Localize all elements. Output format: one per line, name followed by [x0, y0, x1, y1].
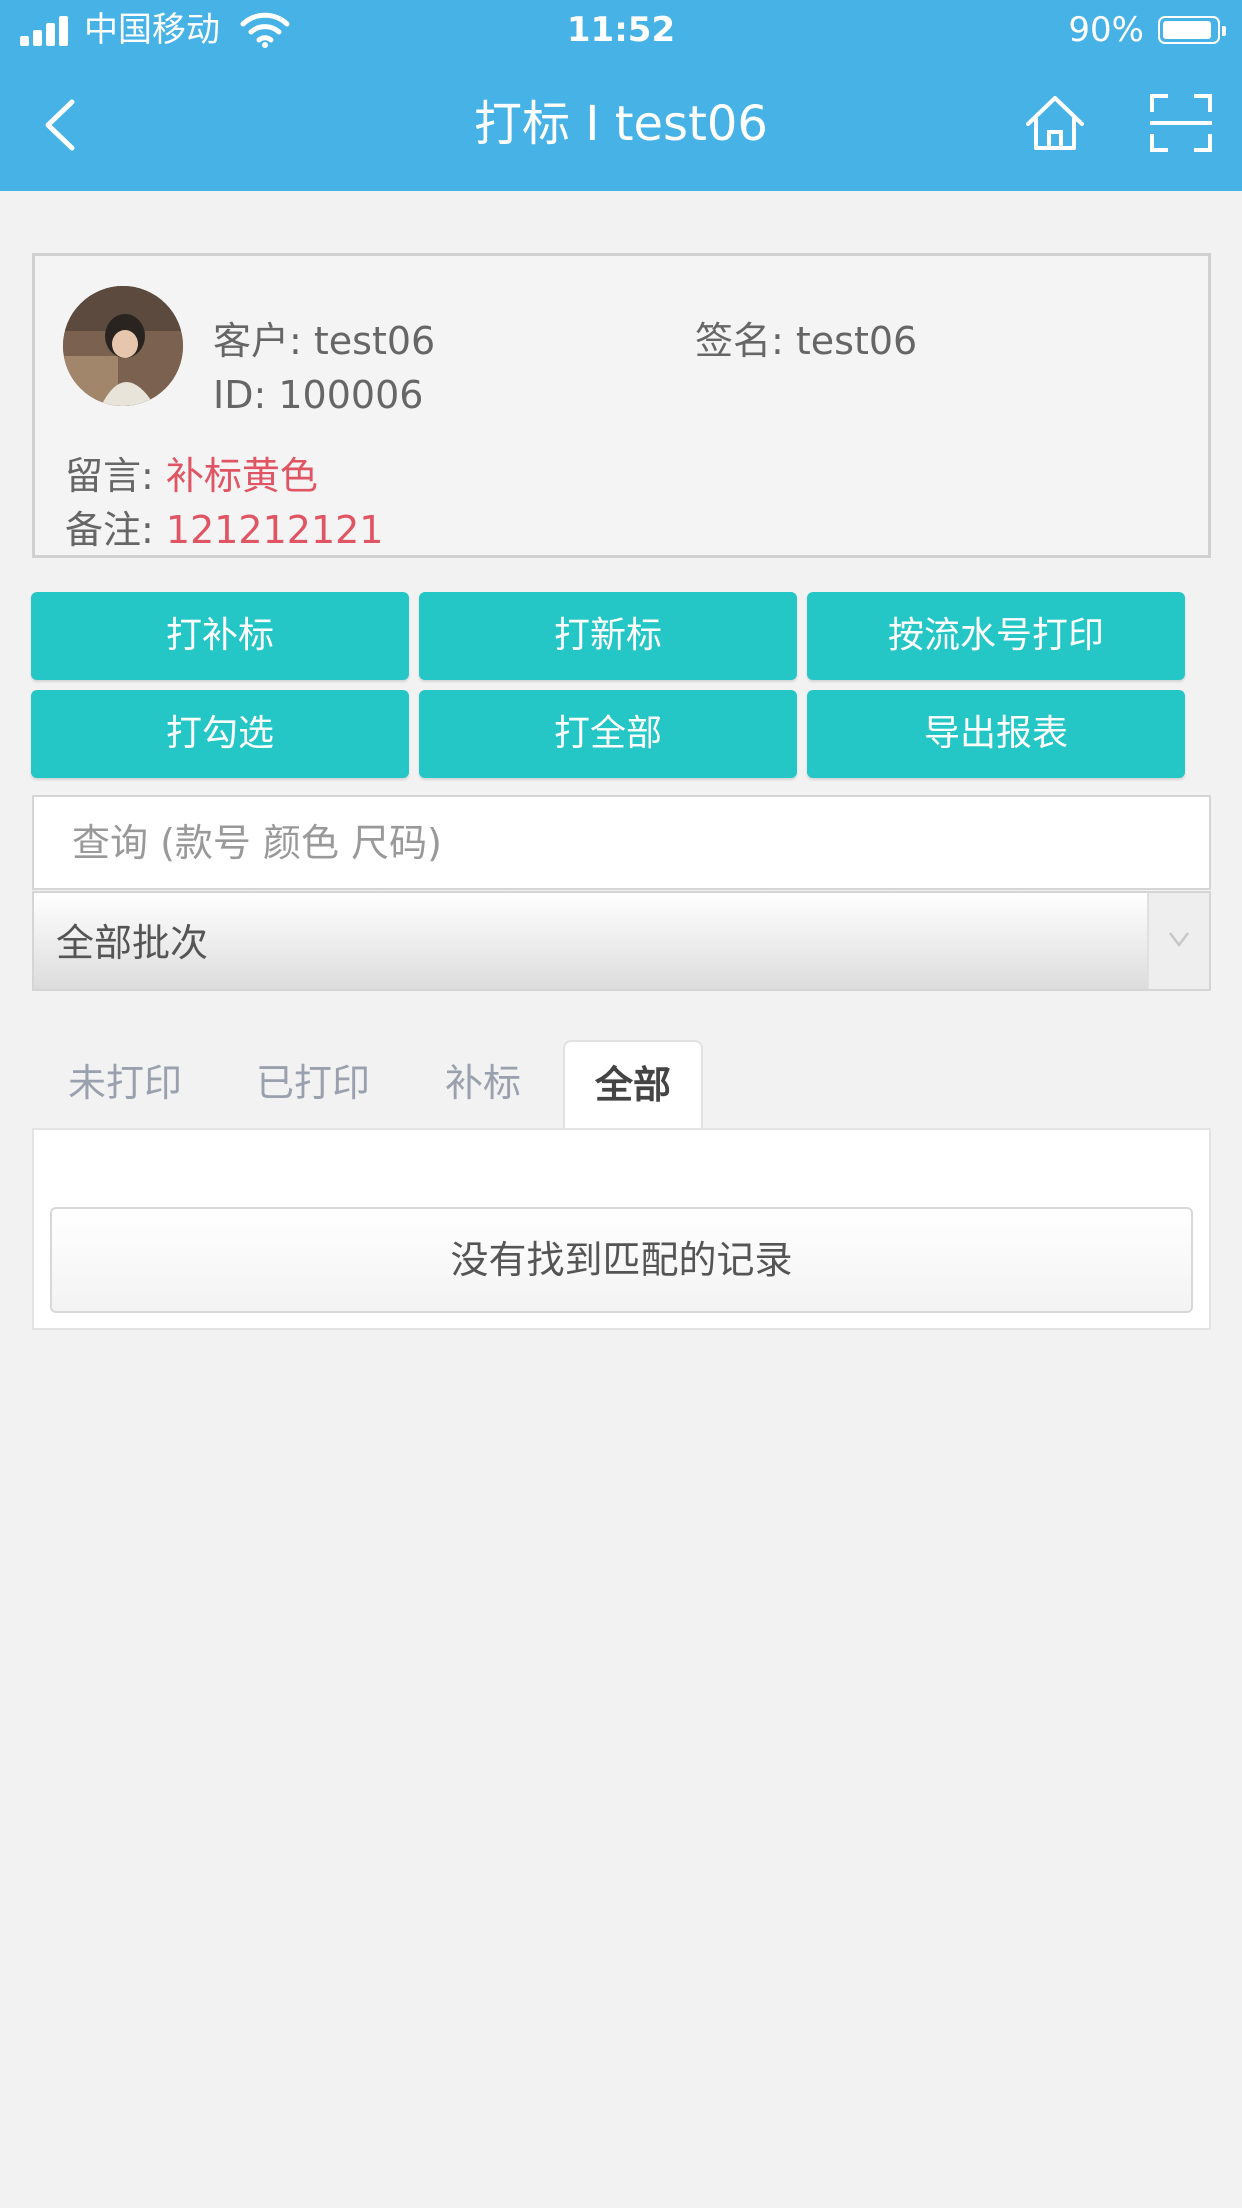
print-all-button[interactable]: 打全部 [419, 690, 797, 778]
customer-card: 客户: test06 签名: test06 ID: 100006 留言: 补标黄… [32, 253, 1211, 558]
client-label: 客户: [213, 319, 314, 363]
avatar [63, 286, 183, 406]
batch-select[interactable]: 全部批次 [32, 891, 1211, 991]
status-bar: 中国移动 11:52 90% [0, 0, 1242, 62]
print-selected-button[interactable]: 打勾选 [31, 690, 409, 778]
search-input[interactable]: 查询 (款号 颜色 尺码) [32, 795, 1211, 890]
empty-message: 没有找到匹配的记录 [50, 1207, 1193, 1313]
print-supplement-button[interactable]: 打补标 [31, 592, 409, 680]
signature-value: test06 [795, 319, 918, 363]
note-value: 121212121 [165, 508, 384, 552]
batch-select-toggle[interactable] [1147, 893, 1209, 989]
signature-line: 签名: test06 [695, 316, 917, 366]
tab-all[interactable]: 全部 [563, 1040, 703, 1130]
search-placeholder: 查询 (款号 颜色 尺码) [72, 821, 442, 865]
clock: 11:52 [566, 10, 676, 50]
id-value: 100006 [278, 373, 424, 417]
home-icon[interactable] [1020, 90, 1090, 156]
battery-percent: 90% [1068, 10, 1144, 50]
export-report-button[interactable]: 导出报表 [807, 690, 1185, 778]
signature-label: 签名: [695, 319, 796, 363]
id-line: ID: 100006 [213, 370, 423, 420]
battery-icon [1158, 16, 1226, 44]
message-label: 留言: [65, 454, 166, 498]
client-line: 客户: test06 [213, 316, 435, 366]
note-line: 备注: 121212121 [65, 505, 383, 555]
tab-printed[interactable]: 已打印 [236, 1040, 390, 1126]
app-header: 中国移动 11:52 90% 打标 I test06 [0, 0, 1242, 191]
records-table: 没有找到匹配的记录 [32, 1128, 1211, 1330]
tab-supplement[interactable]: 补标 [430, 1040, 536, 1126]
message-value: 补标黄色 [165, 454, 318, 498]
scan-icon[interactable] [1148, 92, 1214, 154]
id-label: ID: [213, 373, 279, 417]
batch-select-value: 全部批次 [56, 921, 209, 965]
chevron-down-icon [1169, 932, 1189, 948]
client-value: test06 [313, 319, 436, 363]
avatar-photo [63, 286, 183, 406]
tab-not-printed[interactable]: 未打印 [48, 1040, 202, 1126]
note-label: 备注: [65, 508, 166, 552]
message-line: 留言: 补标黄色 [65, 451, 318, 501]
print-new-button[interactable]: 打新标 [419, 592, 797, 680]
print-by-serial-button[interactable]: 按流水号打印 [807, 592, 1185, 680]
